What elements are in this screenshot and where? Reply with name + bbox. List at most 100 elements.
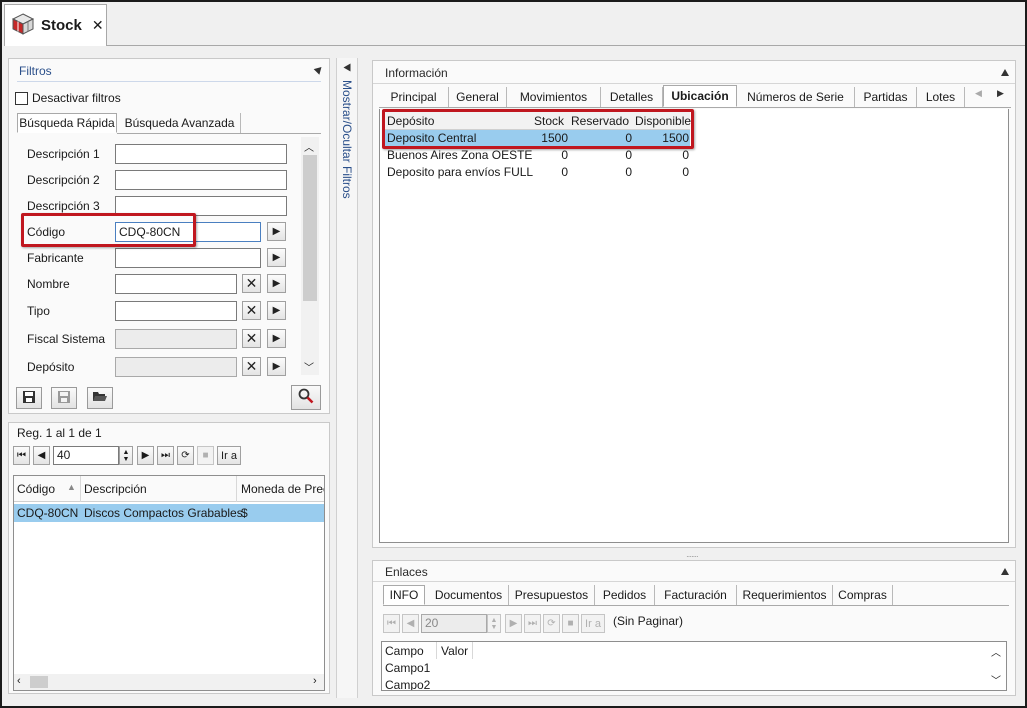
- nombre-arrow-button[interactable]: ▶: [267, 274, 286, 293]
- tab-numeros-de-serie[interactable]: Números de Serie: [737, 87, 855, 107]
- folder-open-icon: [92, 390, 108, 406]
- deposito-input[interactable]: [115, 357, 237, 377]
- toggle-filters-icon[interactable]: [343, 63, 351, 72]
- column-header-moneda[interactable]: Moneda de Precio: [241, 482, 324, 496]
- collapse-enlaces-icon[interactable]: [1001, 568, 1009, 575]
- tab-detalles[interactable]: Detalles: [601, 87, 663, 107]
- codigo-arrow-button[interactable]: ▶: [267, 222, 286, 241]
- scroll-up-icon[interactable]: ︿: [304, 139, 314, 154]
- deposito-arrow-button[interactable]: ▶: [267, 357, 286, 376]
- table-row[interactable]: Deposito Central 1500 0 1500: [384, 130, 690, 146]
- save-icon: [57, 390, 71, 407]
- prev-page-button[interactable]: ◀: [33, 446, 50, 465]
- fiscal-sistema-clear-button[interactable]: ✕: [242, 329, 261, 348]
- scroll-down-icon[interactable]: ﹀: [304, 359, 314, 374]
- results-hscroll-thumb[interactable]: [30, 676, 48, 688]
- scroll-up-icon[interactable]: ︿: [991, 644, 1001, 659]
- descripcion-2-input[interactable]: [115, 170, 287, 190]
- links-page-size-input[interactable]: 20: [421, 614, 487, 633]
- scroll-down-icon[interactable]: ﹀: [991, 672, 1001, 687]
- column-header-valor[interactable]: Valor: [441, 644, 468, 658]
- first-page-button[interactable]: ⏮: [383, 614, 400, 633]
- page-size-input[interactable]: 40: [53, 446, 119, 465]
- tab-facturacion[interactable]: Facturación: [655, 585, 737, 605]
- save-filter-button[interactable]: [16, 387, 42, 409]
- tab-presupuestos-label: Presupuestos: [514, 588, 589, 602]
- enlaces-title-line: [373, 581, 1015, 582]
- list-item[interactable]: Campo2: [385, 678, 430, 690]
- results-hscrollbar[interactable]: ‹ ›: [14, 674, 324, 690]
- column-header-campo[interactable]: Campo: [385, 644, 424, 658]
- stop-button[interactable]: ■: [562, 614, 579, 633]
- save-as-filter-button[interactable]: [51, 387, 77, 409]
- column-header-stock[interactable]: Stock: [534, 114, 564, 128]
- info-tabs-baseline: [379, 107, 1011, 108]
- filters-scrollbar[interactable]: ︿ ﹀: [301, 137, 319, 375]
- page-size-spinner[interactable]: ▲ ▼: [119, 446, 133, 465]
- deposito-clear-button[interactable]: ✕: [242, 357, 261, 376]
- tab-presupuestos[interactable]: Presupuestos: [509, 585, 595, 605]
- next-page-button[interactable]: ▶: [137, 446, 154, 465]
- tab-info[interactable]: INFO: [383, 585, 425, 605]
- tab-pedidos[interactable]: Pedidos: [595, 585, 655, 605]
- tipo-clear-button[interactable]: ✕: [242, 301, 261, 320]
- tab-lotes[interactable]: Lotes: [917, 87, 965, 107]
- first-page-button[interactable]: ⏮: [13, 446, 30, 465]
- fiscal-sistema-input[interactable]: [115, 329, 237, 349]
- scroll-right-icon[interactable]: ›: [313, 675, 317, 687]
- codigo-input[interactable]: CDQ-80CN: [115, 222, 261, 242]
- play-icon: ▶: [272, 305, 281, 316]
- refresh-button[interactable]: ⟳: [177, 446, 194, 465]
- tab-ubicacion[interactable]: Ubicación: [663, 85, 737, 107]
- tipo-input[interactable]: [115, 301, 237, 321]
- tab-busqueda-rapida[interactable]: Búsqueda Rápida: [17, 113, 117, 133]
- goto-button[interactable]: Ir a: [581, 614, 605, 633]
- table-row[interactable]: CDQ-80CN Discos Compactos Grabables $: [14, 504, 324, 522]
- fabricante-arrow-button[interactable]: ▶: [267, 248, 286, 267]
- last-page-button[interactable]: ⏭: [524, 614, 541, 633]
- fiscal-sistema-arrow-button[interactable]: ▶: [267, 329, 286, 348]
- tipo-arrow-button[interactable]: ▶: [267, 301, 286, 320]
- tab-partidas[interactable]: Partidas: [855, 87, 917, 107]
- stop-button[interactable]: ■: [197, 446, 214, 465]
- tab-principal[interactable]: Principal: [379, 87, 449, 107]
- tabs-scroll-left-icon[interactable]: ◀: [975, 88, 982, 99]
- toggle-filters-strip[interactable]: Mostrar/Ocultar Filtros: [336, 58, 358, 698]
- tab-requerimientos[interactable]: Requerimientos: [737, 585, 833, 605]
- tab-general[interactable]: General: [449, 87, 507, 107]
- disable-filters-checkbox[interactable]: [15, 92, 28, 105]
- column-header-disponible[interactable]: Disponible: [635, 114, 691, 128]
- table-row[interactable]: Buenos Aires Zona OESTE 0 0 0: [384, 147, 690, 163]
- tab-busqueda-avanzada[interactable]: Búsqueda Avanzada: [119, 113, 241, 133]
- next-page-button[interactable]: ▶: [505, 614, 522, 633]
- tab-documentos[interactable]: Documentos: [429, 585, 509, 605]
- table-row[interactable]: Deposito para envíos FULL 0 0 0: [384, 164, 690, 180]
- filters-scroll-thumb[interactable]: [303, 155, 317, 301]
- column-header-deposito[interactable]: Depósito: [387, 114, 434, 128]
- list-item[interactable]: Campo1: [385, 661, 430, 675]
- scroll-left-icon[interactable]: ‹: [17, 675, 21, 687]
- nombre-input[interactable]: [115, 274, 237, 294]
- column-header-reservado[interactable]: Reservado: [571, 114, 629, 128]
- search-button[interactable]: [291, 385, 321, 410]
- stock-tab[interactable]: Stock ✕: [4, 4, 107, 46]
- tab-compras[interactable]: Compras: [833, 585, 893, 605]
- open-filter-button[interactable]: [87, 387, 113, 409]
- goto-button[interactable]: Ir a: [217, 446, 241, 465]
- descripcion-3-input[interactable]: [115, 196, 287, 216]
- collapse-filters-icon[interactable]: [313, 64, 325, 75]
- last-page-button[interactable]: ⏭: [157, 446, 174, 465]
- fabricante-input[interactable]: [115, 248, 261, 268]
- toggle-filters-label[interactable]: Mostrar/Ocultar Filtros: [340, 80, 354, 199]
- tabs-scroll-right-icon[interactable]: ▶: [997, 88, 1004, 99]
- nombre-clear-button[interactable]: ✕: [242, 274, 261, 293]
- refresh-button[interactable]: ⟳: [543, 614, 560, 633]
- column-header-descripcion[interactable]: Descripción: [84, 482, 147, 496]
- close-tab-icon[interactable]: ✕: [92, 17, 104, 34]
- prev-page-button[interactable]: ◀: [402, 614, 419, 633]
- tab-movimientos[interactable]: Movimientos: [507, 87, 601, 107]
- descripcion-1-input[interactable]: [115, 144, 287, 164]
- collapse-informacion-icon[interactable]: [1001, 69, 1009, 76]
- column-header-codigo[interactable]: Código: [17, 482, 55, 496]
- links-page-size-spinner[interactable]: ▲ ▼: [487, 614, 501, 633]
